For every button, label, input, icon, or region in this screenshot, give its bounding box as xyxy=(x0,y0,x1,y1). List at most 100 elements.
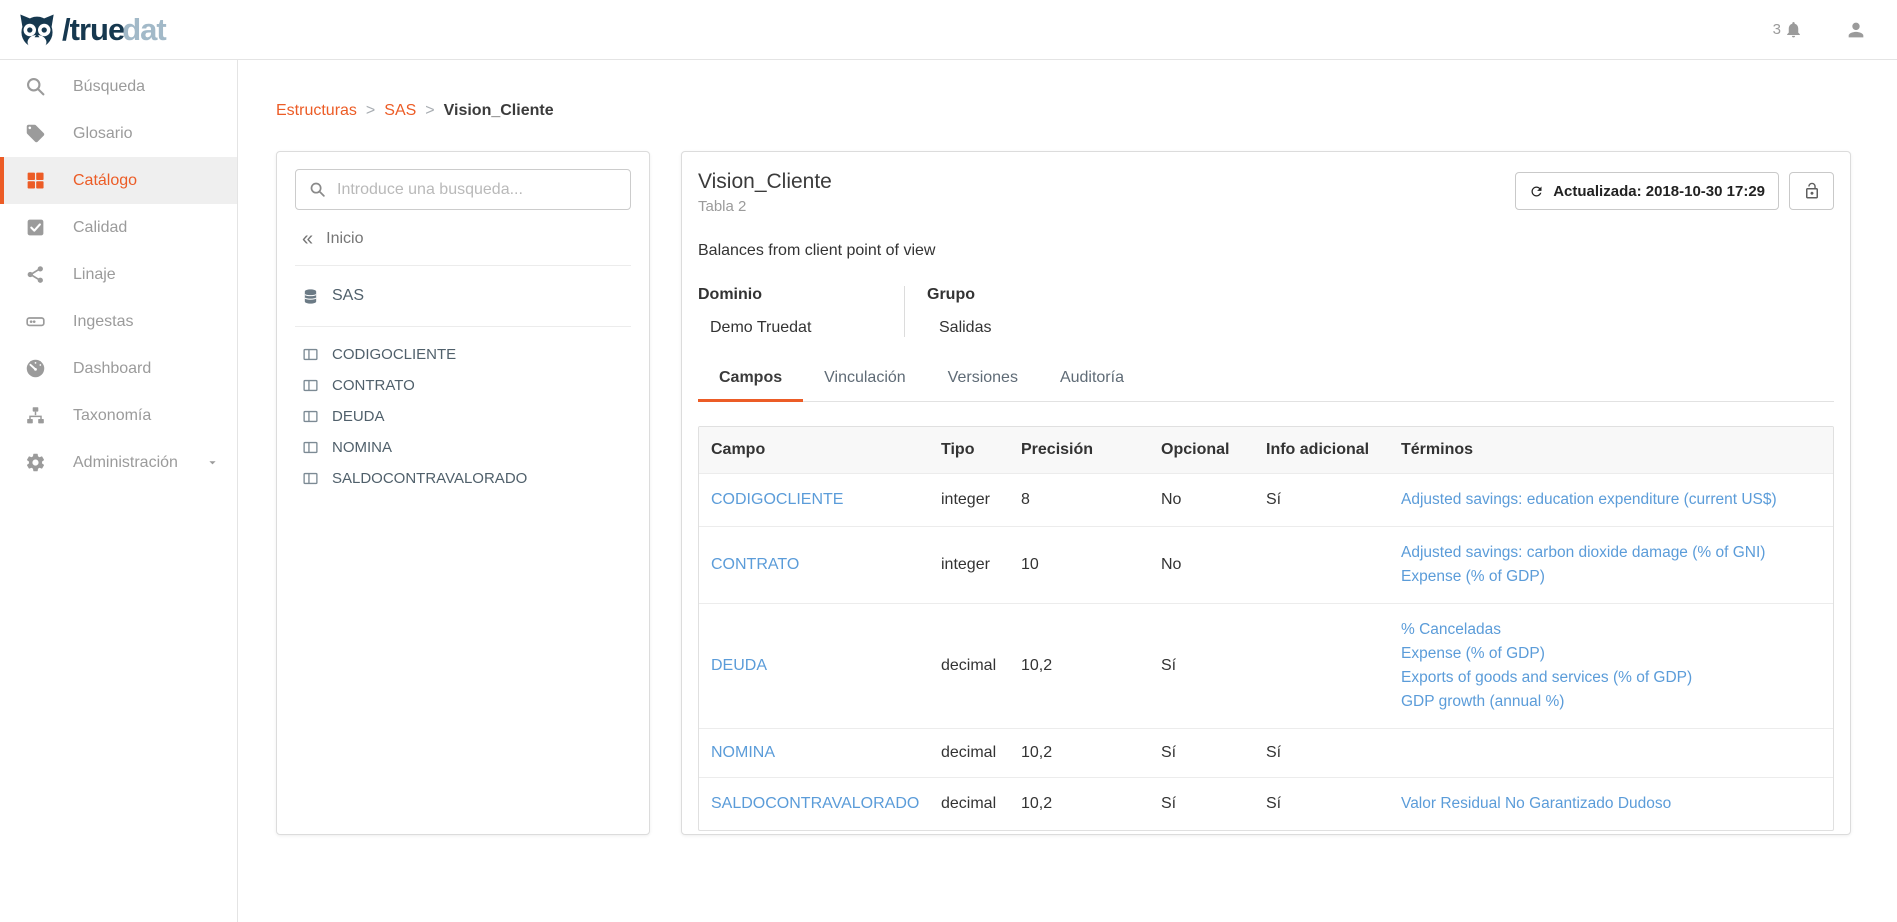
sidebar-item-dashboard[interactable]: Dashboard xyxy=(0,345,237,392)
sidebar-item-ingestas[interactable]: Ingestas xyxy=(0,298,237,345)
breadcrumb-link-estructuras[interactable]: Estructuras xyxy=(276,102,357,119)
term-link[interactable]: Exports of goods and services (% of GDP) xyxy=(1401,666,1821,690)
cell-tipo: decimal xyxy=(929,778,1009,831)
tree-table-item-deuda[interactable]: DEUDA xyxy=(295,401,631,432)
term-link[interactable]: Valor Residual No Garantizado Dudoso xyxy=(1401,792,1821,816)
table-icon xyxy=(302,377,319,394)
sidebar-item-label: Catálogo xyxy=(73,172,137,190)
owl-logo-icon xyxy=(16,10,58,50)
cell-terminos: Valor Residual No Garantizado Dudoso xyxy=(1389,778,1833,831)
user-menu-button[interactable] xyxy=(1845,19,1867,41)
field-link-nomina[interactable]: NOMINA xyxy=(711,744,775,761)
sidebar-item-calidad[interactable]: Calidad xyxy=(0,204,237,251)
sidebar-item-glosario[interactable]: Glosario xyxy=(0,110,237,157)
caret-down-icon xyxy=(205,455,220,470)
term-link[interactable]: GDP growth (annual %) xyxy=(1401,690,1821,714)
field-link-contrato[interactable]: CONTRATO xyxy=(711,556,799,573)
table-row: CONTRATOinteger10NoAdjusted savings: car… xyxy=(699,527,1833,604)
sidebar-nav: BúsquedaGlosario Catálogo Calidad Linaje Ing… xyxy=(0,63,237,486)
cell-opcional: Sí xyxy=(1149,778,1254,831)
tab-versiones[interactable]: Versiones xyxy=(927,359,1039,402)
detail-header: Vision_Cliente Tabla 2 Actualizada: 2018… xyxy=(698,170,1834,215)
cell-info-adicional xyxy=(1254,604,1389,729)
tree-table-item-codigocliente[interactable]: CODIGOCLIENTE xyxy=(295,339,631,370)
tree-system-sas[interactable]: SAS xyxy=(295,266,631,327)
brand-logo[interactable]: / true dat xyxy=(16,10,166,50)
cell-tipo: decimal xyxy=(929,729,1009,778)
share-icon xyxy=(25,264,46,285)
tree-back-button[interactable]: « Inicio xyxy=(295,210,631,266)
table-row: NOMINAdecimal10,2SíSí xyxy=(699,729,1833,778)
tree-table-label: CONTRATO xyxy=(332,377,415,394)
table-row: SALDOCONTRAVALORADOdecimal10,2SíSíValor … xyxy=(699,778,1833,831)
column-header-tipo: Tipo xyxy=(929,427,1009,474)
fields-table-body: CODIGOCLIENTEinteger8NoSíAdjusted saving… xyxy=(699,474,1833,831)
term-link[interactable]: Adjusted savings: education expenditure … xyxy=(1401,488,1821,512)
fields-table: CampoTipoPrecisiónOpcionalInfo adicional… xyxy=(698,426,1834,831)
tags-icon xyxy=(25,123,46,144)
refresh-icon xyxy=(1529,184,1544,199)
meta-value: Demo Truedat xyxy=(698,319,884,337)
cell-info-adicional: Sí xyxy=(1254,474,1389,527)
tree-table-label: NOMINA xyxy=(332,439,392,456)
search-icon xyxy=(25,76,46,97)
term-link[interactable]: Adjusted savings: carbon dioxide damage … xyxy=(1401,541,1821,565)
table-row: CODIGOCLIENTEinteger8NoSíAdjusted saving… xyxy=(699,474,1833,527)
field-link-codigocliente[interactable]: CODIGOCLIENTE xyxy=(711,491,843,508)
tab-campos[interactable]: Campos xyxy=(698,359,803,402)
term-link[interactable]: Expense (% of GDP) xyxy=(1401,642,1821,666)
cell-precision: 10 xyxy=(1009,527,1149,604)
cell-terminos: % CanceladasExpense (% of GDP)Exports of… xyxy=(1389,604,1833,729)
table-icon xyxy=(302,470,319,487)
notifications-button[interactable]: 3 xyxy=(1773,20,1803,39)
brand-slash: / xyxy=(62,12,70,48)
table-icon xyxy=(302,346,319,363)
structure-type-label: Tabla 2 xyxy=(698,198,832,215)
tree-table-item-contrato[interactable]: CONTRATO xyxy=(295,370,631,401)
cell-tipo: integer xyxy=(929,474,1009,527)
structure-description: Balances from client point of view xyxy=(698,242,1834,260)
sidebar-item-busqueda[interactable]: Búsqueda xyxy=(0,63,237,110)
sidebar-item-taxonomia[interactable]: Taxonomía xyxy=(0,392,237,439)
sidebar-item-label: Calidad xyxy=(73,219,127,237)
tree-table-item-nomina[interactable]: NOMINA xyxy=(295,432,631,463)
bell-icon xyxy=(1784,20,1803,39)
detail-tabs: CamposVinculaciónVersionesAuditoría xyxy=(698,359,1834,402)
breadcrumb-link-sas[interactable]: SAS xyxy=(384,102,416,119)
updated-refresh-button[interactable]: Actualizada: 2018-10-30 17:29 xyxy=(1515,172,1779,210)
sitemap-icon xyxy=(25,405,46,426)
sidebar-item-label: Ingestas xyxy=(73,313,133,331)
sidebar-item-linaje[interactable]: Linaje xyxy=(0,251,237,298)
sidebar-item-catalogo[interactable]: Catálogo xyxy=(0,157,237,204)
sidebar-item-administracion[interactable]: Administración xyxy=(0,439,237,486)
table-icon xyxy=(302,439,319,456)
tab-auditoría[interactable]: Auditoría xyxy=(1039,359,1145,402)
cell-precision: 10,2 xyxy=(1009,604,1149,729)
field-link-saldocontravalorado[interactable]: SALDOCONTRAVALORADO xyxy=(711,795,919,812)
chevron-double-left-icon: « xyxy=(302,232,313,246)
cell-terminos: Adjusted savings: education expenditure … xyxy=(1389,474,1833,527)
detail-actions: Actualizada: 2018-10-30 17:29 xyxy=(1515,172,1834,210)
tree-table-item-saldocontravalorado[interactable]: SALDOCONTRAVALORADO xyxy=(295,463,631,494)
user-icon xyxy=(1845,19,1867,41)
lock-button[interactable] xyxy=(1789,172,1834,210)
structure-title: Vision_Cliente xyxy=(698,170,832,194)
table-icon xyxy=(302,408,319,425)
meta-block-grupo: GrupoSalidas xyxy=(904,286,1094,337)
cell-opcional: No xyxy=(1149,527,1254,604)
cell-info-adicional xyxy=(1254,527,1389,604)
lock-open-icon xyxy=(1803,182,1821,200)
tab-vinculación[interactable]: Vinculación xyxy=(803,359,927,402)
cell-terminos: Adjusted savings: carbon dioxide damage … xyxy=(1389,527,1833,604)
tree-table-label: SALDOCONTRAVALORADO xyxy=(332,470,527,487)
column-header-opcional: Opcional xyxy=(1149,427,1254,474)
sidebar-item-label: Linaje xyxy=(73,266,116,284)
tree-search-input[interactable] xyxy=(337,181,617,199)
header-actions: 3 xyxy=(1773,19,1867,41)
database-icon xyxy=(302,288,319,305)
field-link-deuda[interactable]: DEUDA xyxy=(711,657,767,674)
sidebar: BúsquedaGlosario Catálogo Calidad Linaje Ing… xyxy=(0,60,238,922)
term-link[interactable]: % Canceladas xyxy=(1401,618,1821,642)
structure-detail-panel: Vision_Cliente Tabla 2 Actualizada: 2018… xyxy=(681,151,1851,835)
term-link[interactable]: Expense (% of GDP) xyxy=(1401,565,1821,589)
